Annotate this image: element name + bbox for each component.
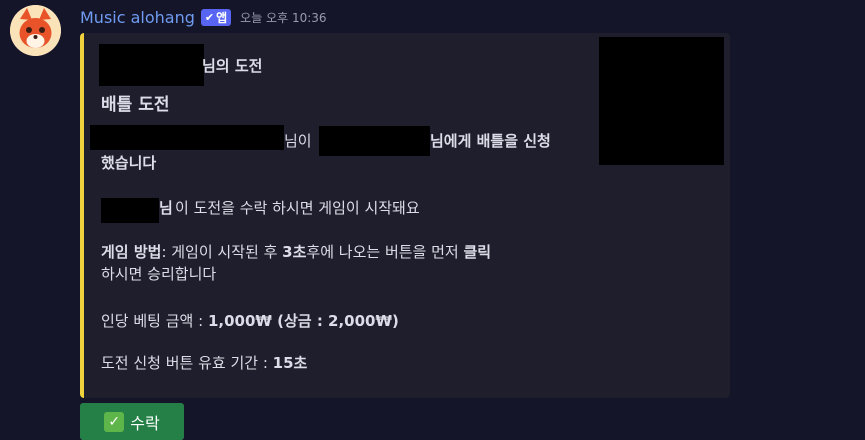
redacted-opponent-2 xyxy=(101,198,159,223)
line2-text-b: 이 도전을 수락 하시면 게임이 시작돼요 xyxy=(175,199,420,217)
timeout-line: 도전 신청 버튼 유효 기간 : 15초 xyxy=(101,352,307,374)
message-header: Music alohang ✔ 앱 오늘 오후 10:36 xyxy=(80,4,327,30)
app-badge: ✔ 앱 xyxy=(200,8,232,26)
rules-text-a: : 게임이 시작된 후 xyxy=(161,243,283,261)
rules-text-e: 하시면 승리합니다 xyxy=(101,265,217,283)
line1-text-b: 님에게 배틀을 신청 xyxy=(430,132,551,150)
timeout-value: 15초 xyxy=(272,354,308,372)
embed-author-suffix: 님의 도전 xyxy=(202,57,263,75)
verified-check-icon: ✔ xyxy=(204,10,215,24)
line1-text-a: 님이 xyxy=(284,132,312,150)
check-mark-icon: ✓ xyxy=(104,411,125,432)
accept-button[interactable]: ✓ 수락 xyxy=(80,403,184,440)
bot-avatar[interactable] xyxy=(10,5,61,56)
game-rules-line: 게임 방법: 게임이 시작된 후 3초후에 나오는 버튼을 먼저 클릭 xyxy=(101,241,491,263)
line1-text-c: 했습니다 xyxy=(101,154,157,172)
bet-label: 인당 베팅 금액 : xyxy=(101,312,208,330)
fox-icon xyxy=(10,5,61,56)
author-name[interactable]: Music alohang xyxy=(80,8,195,27)
app-badge-label: 앱 xyxy=(216,10,228,25)
rules-label: 게임 방법 xyxy=(101,243,162,261)
rules-text-d: 클릭 xyxy=(463,243,492,261)
embed-title: 배틀 도전 xyxy=(101,95,170,115)
bet-amount-line: 인당 베팅 금액 : 1,000₩ (상금 : 2,000₩) xyxy=(101,310,399,332)
rules-text-c: 후에 나오는 버튼을 먼저 xyxy=(306,243,464,261)
embed-thumbnail xyxy=(599,37,724,165)
accept-button-label: 수락 xyxy=(130,413,160,433)
rules-text-b: 3초 xyxy=(282,243,307,261)
bet-value: 1,000₩ (상금 : 2,000₩) xyxy=(207,312,399,330)
line2-text-a: 님 xyxy=(159,199,173,217)
redacted-challenger xyxy=(90,125,284,150)
redacted-author xyxy=(99,44,204,86)
timeout-label: 도전 신청 버튼 유효 기간 : xyxy=(101,354,273,372)
challenge-embed: 님의 도전 배틀 도전 님이 님에게 배틀을 신청 했습니다 님 이 도전을 수… xyxy=(80,33,730,398)
redacted-opponent xyxy=(319,126,430,156)
message-timestamp: 오늘 오후 10:36 xyxy=(240,10,327,25)
